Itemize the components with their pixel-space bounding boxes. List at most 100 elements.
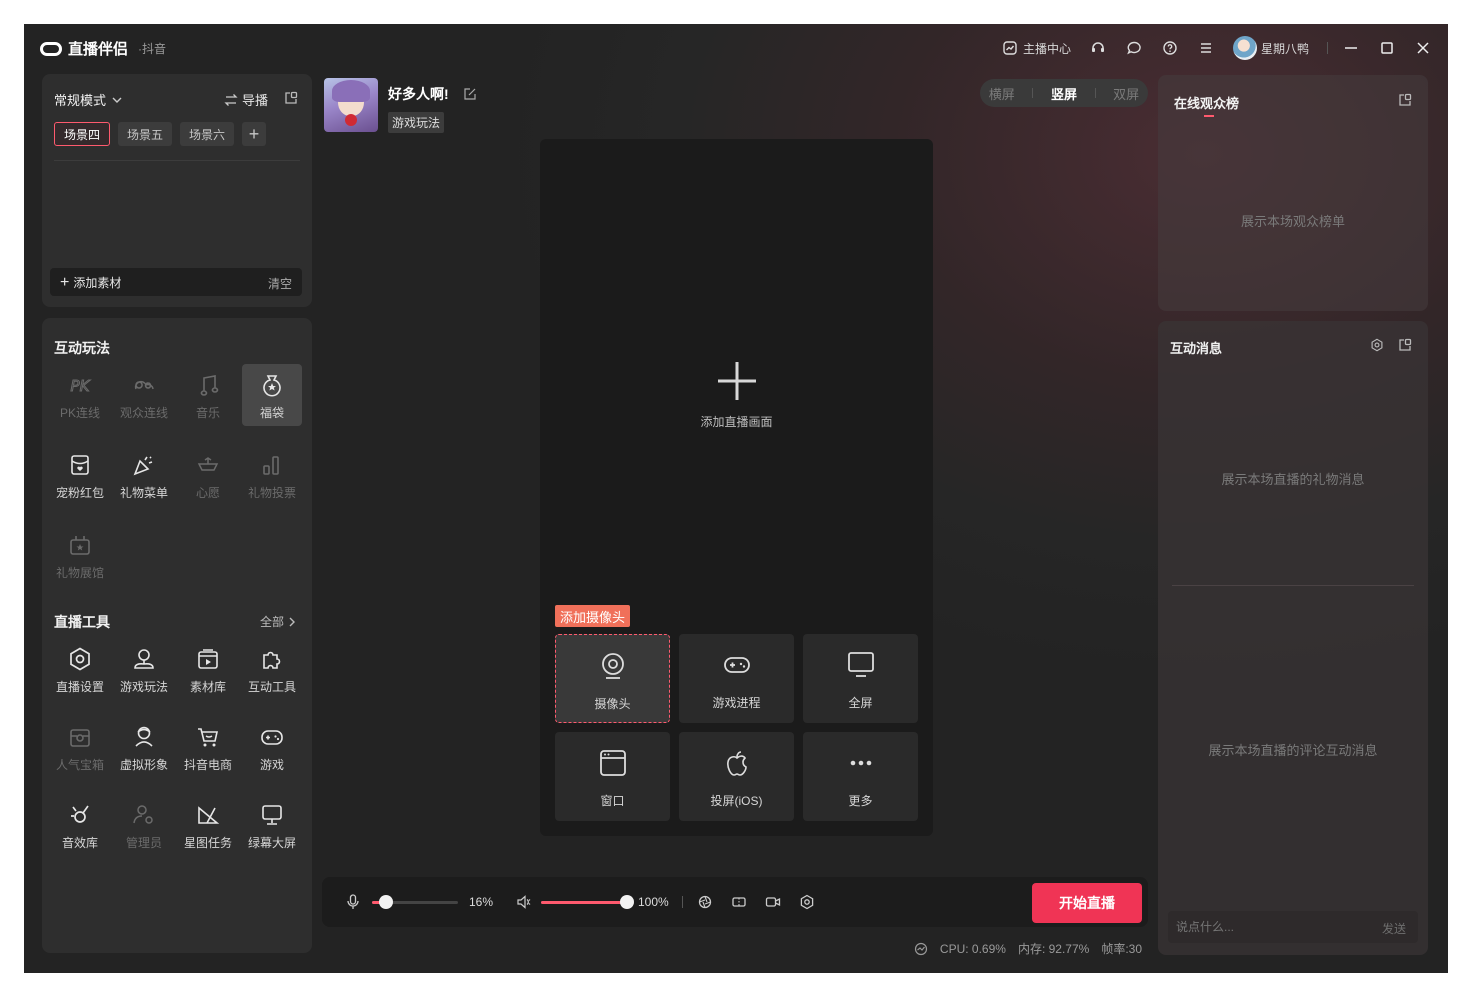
source-camera-button[interactable]: 摄像头 (555, 634, 670, 723)
camera-badge: 添加摄像头 (555, 605, 631, 627)
tool-item-sound-effect[interactable]: 音效库 (50, 794, 110, 856)
app-logo: 直播伴侣 ·抖音 (40, 38, 166, 59)
send-button[interactable]: 发送 (1382, 920, 1406, 937)
speaker-slider-knob[interactable] (620, 895, 634, 909)
clear-button[interactable]: 清空 (268, 275, 292, 292)
add-scene-button[interactable]: + (242, 122, 267, 146)
popout-icon[interactable] (284, 91, 298, 105)
interactive-item-red-packet[interactable]: 宠粉红包 (50, 444, 110, 506)
mode-selector[interactable]: 常规模式 (54, 90, 122, 109)
tool-item-gamepad[interactable]: 游戏 (242, 716, 302, 778)
tool-item-admin[interactable]: 管理员 (114, 794, 174, 856)
source-more-button[interactable]: 更多 (803, 732, 918, 821)
interactive-item-label: 礼物菜单 (119, 486, 168, 500)
speaker-icon[interactable] (516, 894, 532, 910)
source-window-button[interactable]: 窗口 (555, 732, 670, 821)
tool-item-cart[interactable]: 抖音电商 (178, 716, 238, 778)
message-settings-icon[interactable] (1370, 338, 1384, 352)
all-tools-link[interactable]: 全部 (260, 613, 296, 630)
gift-message-placeholder: 展示本场直播的礼物消息 (1221, 472, 1365, 487)
interactive-item-lucky-bag[interactable]: 福袋 (242, 364, 302, 426)
star-task-icon (195, 802, 221, 828)
interactive-item-label: 礼物展馆 (55, 566, 104, 580)
orientation-portrait[interactable]: 竖屏 (1051, 84, 1077, 103)
comment-input-box: 发送 (1168, 911, 1418, 943)
source-label: 游戏进程 (712, 696, 761, 710)
interactive-item-pk[interactable]: PK PK连线 (50, 364, 110, 426)
feedback-button[interactable] (1125, 39, 1143, 57)
tool-item-game-play[interactable]: 游戏玩法 (114, 638, 174, 700)
comment-input[interactable] (1176, 917, 1356, 937)
chat-icon (1125, 39, 1143, 57)
pk-icon: PK (67, 372, 93, 398)
interactive-item-gift-vote[interactable]: 礼物投票 (242, 444, 302, 506)
platform-name: ·抖音 (138, 42, 167, 56)
screen-mirror-icon[interactable] (731, 894, 747, 910)
help-button[interactable] (1161, 39, 1179, 57)
source-game-button[interactable]: 游戏进程 (679, 634, 794, 723)
audio-control-bar: 16% 100% (322, 877, 1148, 927)
tool-item-treasure-box[interactable]: 人气宝箱 (50, 716, 110, 778)
ranking-title: 在线观众榜 (1174, 96, 1240, 111)
support-button[interactable] (1089, 39, 1107, 57)
add-scene-area[interactable]: 添加直播画面 (540, 359, 933, 430)
tool-item-settings[interactable]: 直播设置 (50, 638, 110, 700)
scene-tab-6[interactable]: 场景六 (180, 122, 235, 146)
interactive-item-label: PK连线 (59, 406, 100, 420)
add-material-button[interactable]: + 添加素材 (60, 274, 121, 291)
source-fullscreen-button[interactable]: 全屏 (803, 634, 918, 723)
orientation-dual[interactable]: 双屏 (1113, 84, 1139, 103)
start-live-button[interactable]: 开始直播 (1032, 883, 1142, 923)
edit-icon[interactable] (463, 87, 477, 101)
record-icon[interactable] (765, 894, 781, 910)
tool-item-label: 音效库 (61, 836, 98, 850)
tool-item-avatar[interactable]: 虚拟形象 (114, 716, 174, 778)
beauty-icon[interactable] (697, 894, 713, 910)
orientation-toggle: 横屏 竖屏 双屏 (980, 79, 1148, 107)
headset-icon (1089, 39, 1107, 57)
tool-item-media-library[interactable]: 素材库 (178, 638, 238, 700)
interactive-item-gift-gallery[interactable]: 礼物展馆 (50, 524, 110, 586)
scene-tab-4[interactable]: 场景四 (54, 122, 111, 146)
user-avatar (1232, 36, 1257, 60)
tool-item-label: 游戏玩法 (119, 680, 168, 694)
interactive-item-wish[interactable]: 心愿 (178, 444, 238, 506)
stream-category[interactable]: 游戏玩法 (388, 112, 445, 133)
interactive-item-music[interactable]: 音乐 (178, 364, 238, 426)
popout-icon[interactable] (1398, 93, 1412, 107)
orientation-landscape[interactable]: 横屏 (989, 84, 1015, 103)
gamepad-icon (722, 650, 752, 680)
messages-title: 互动消息 (1170, 341, 1223, 356)
popout-icon[interactable] (1398, 338, 1412, 352)
game-play-icon (131, 646, 157, 672)
monitor-icon (846, 650, 876, 680)
user-profile[interactable]: 星期八鸭 (1232, 36, 1309, 60)
plus-icon (715, 359, 759, 403)
tool-item-star-task[interactable]: 星图任务 (178, 794, 238, 856)
microphone-icon[interactable] (346, 894, 360, 910)
window-icon (598, 748, 628, 778)
preview-canvas[interactable]: 添加直播画面 添加摄像头 摄像头 游戏进程 全屏 窗口 投屏(iOS) 更多 (540, 139, 933, 836)
creator-center-button[interactable]: 主播中心 (1001, 39, 1071, 57)
ranking-placeholder: 展示本场观众榜单 (1240, 214, 1345, 229)
stream-cover[interactable] (324, 78, 378, 132)
source-ios-cast-button[interactable]: 投屏(iOS) (679, 732, 794, 821)
scene-tab-5[interactable]: 场景五 (118, 122, 173, 146)
tool-item-label: 素材库 (189, 680, 226, 694)
menu-button[interactable] (1197, 39, 1215, 57)
close-button[interactable] (1414, 39, 1432, 57)
interactive-item-gift-menu[interactable]: 礼物菜单 (114, 444, 174, 506)
interactive-item-audience-link[interactable]: 观众连线 (114, 364, 174, 426)
plus-icon: + (60, 273, 70, 291)
tool-item-puzzle[interactable]: 互动工具 (242, 638, 302, 700)
tool-item-label: 星图任务 (183, 836, 232, 850)
director-button[interactable]: 导播 (224, 90, 268, 109)
tool-item-green-screen[interactable]: 绿幕大屏 (242, 794, 302, 856)
maximize-button[interactable] (1378, 39, 1396, 57)
minimize-button[interactable] (1342, 39, 1360, 57)
mic-slider-knob[interactable] (379, 895, 393, 909)
live-studio-window: 直播伴侣 ·抖音 主播中心 星期八鸭 常规模式 导播 场景四 场景五 场景六 +… (24, 24, 1448, 973)
treasure-box-icon (67, 724, 93, 750)
chevron-down-icon (112, 95, 122, 105)
settings-icon[interactable] (799, 894, 815, 910)
